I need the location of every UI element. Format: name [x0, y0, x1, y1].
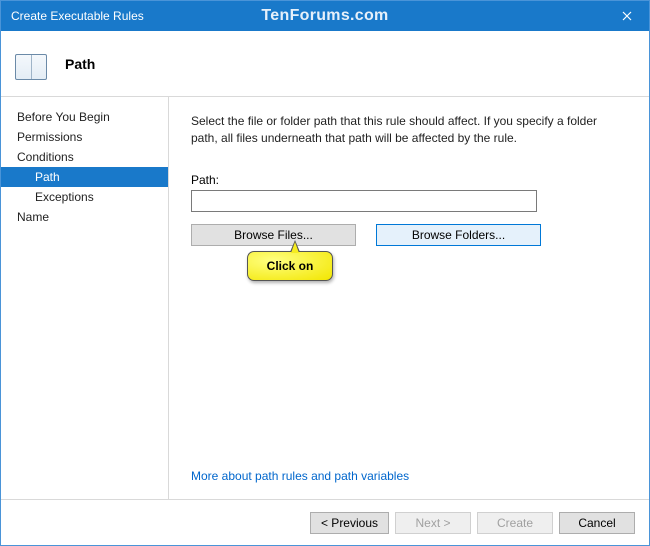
wizard-steps-sidebar: Before You Begin Permissions Conditions … — [1, 97, 169, 499]
wizard-header: Path — [1, 31, 649, 97]
more-about-link[interactable]: More about path rules and path variables — [191, 469, 627, 483]
step-exceptions[interactable]: Exceptions — [1, 187, 168, 207]
page-icon — [15, 48, 47, 80]
wizard-body: Before You Begin Permissions Conditions … — [1, 97, 649, 499]
create-button: Create — [477, 512, 553, 534]
close-button[interactable] — [604, 1, 649, 31]
cancel-button[interactable]: Cancel — [559, 512, 635, 534]
step-before-you-begin[interactable]: Before You Begin — [1, 107, 168, 127]
browse-files-button[interactable]: Browse Files... — [191, 224, 356, 246]
path-label: Path: — [191, 173, 627, 187]
watermark-text: TenForums.com — [261, 7, 388, 25]
wizard-window: Create Executable Rules TenForums.com Pa… — [0, 0, 650, 546]
close-icon — [622, 11, 632, 21]
description-text: Select the file or folder path that this… — [191, 113, 627, 147]
page-title: Path — [65, 56, 95, 72]
step-name[interactable]: Name — [1, 207, 168, 227]
next-button: Next > — [395, 512, 471, 534]
window-title: Create Executable Rules — [1, 9, 144, 23]
callout-text: Click on — [267, 259, 314, 273]
previous-button[interactable]: < Previous — [310, 512, 389, 534]
annotation-callout: Click on — [247, 251, 333, 281]
step-path[interactable]: Path — [1, 167, 168, 187]
browse-button-row: Browse Files... Browse Folders... — [191, 224, 627, 246]
path-input[interactable] — [191, 190, 537, 212]
wizard-footer: < Previous Next > Create Cancel — [1, 499, 649, 545]
browse-folders-button[interactable]: Browse Folders... — [376, 224, 541, 246]
content-pane: Select the file or folder path that this… — [169, 97, 649, 499]
step-conditions[interactable]: Conditions — [1, 147, 168, 167]
titlebar: Create Executable Rules TenForums.com — [1, 1, 649, 31]
step-permissions[interactable]: Permissions — [1, 127, 168, 147]
